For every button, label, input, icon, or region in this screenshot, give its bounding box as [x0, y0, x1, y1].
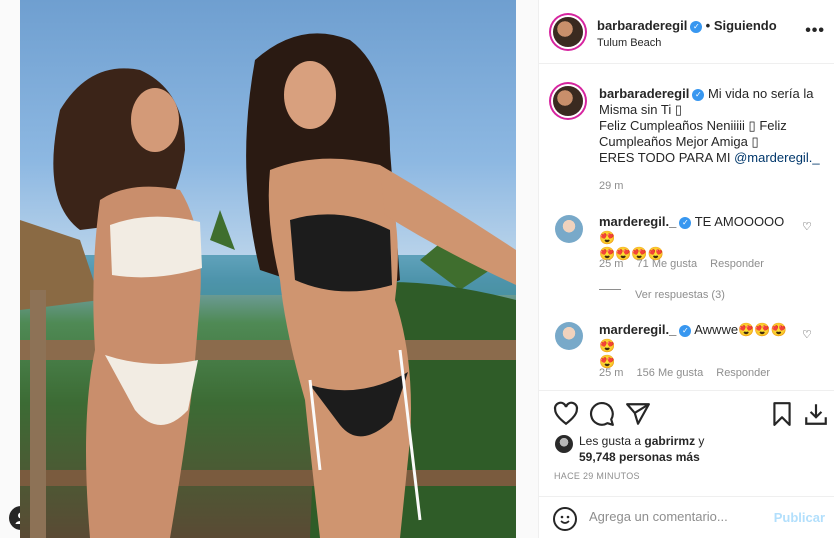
caption-avatar[interactable]	[553, 86, 583, 116]
comment-1-meta: 25 m 71 Me gusta Responder	[599, 258, 764, 270]
comment-avatar[interactable]	[555, 322, 583, 350]
comment-likes[interactable]: 71 Me gusta	[637, 258, 698, 270]
comment-2: marderegil._ ✓ Awwwe😍😍😍😍 😍	[599, 322, 799, 370]
more-horizontal-icon[interactable]: •••	[805, 22, 825, 40]
likes-summary: Les gusta a gabrirmz y 59,748 personas m…	[579, 433, 704, 465]
post-location[interactable]: Tulum Beach	[597, 37, 661, 49]
verified-badge-icon: ✓	[679, 216, 692, 229]
verified-badge-icon: ✓	[690, 20, 703, 33]
caption-line-3: ERES TODO PARA MI	[599, 150, 735, 165]
add-comment-bar: Publicar	[539, 496, 834, 538]
comment-like-heart-icon[interactable]: ♡	[802, 328, 812, 341]
comment-icon[interactable]	[589, 401, 615, 427]
author-line: barbaraderegil ✓ • Siguiendo	[597, 18, 777, 33]
comment-username[interactable]: marderegil._	[599, 322, 676, 337]
caption-mention[interactable]: @marderegil._	[734, 150, 819, 165]
comment-likes[interactable]: 156 Me gusta	[637, 367, 704, 379]
caption-line-2: Feliz Cumpleaños Neniiiii ▯ Feliz Cumple…	[599, 118, 787, 149]
download-icon[interactable]	[803, 401, 829, 427]
verified-badge-icon: ✓	[692, 88, 705, 101]
comment-reply[interactable]: Responder	[710, 258, 764, 270]
share-icon[interactable]	[625, 401, 651, 427]
bookmark-icon[interactable]	[769, 401, 795, 427]
post-details-panel: barbaraderegil ✓ • Siguiendo Tulum Beach …	[538, 0, 834, 538]
likes-prefix: Les gusta a	[579, 434, 645, 448]
likes-count[interactable]: 59,748 personas más	[579, 450, 700, 464]
comment-like-heart-icon[interactable]: ♡	[802, 220, 812, 233]
left-margin	[0, 0, 20, 538]
comment-2-meta: 25 m 156 Me gusta Responder	[599, 367, 770, 379]
comment-1: marderegil._ ✓ TE AMOOOOO😍 😍😍😍😍	[599, 214, 799, 262]
liker-username[interactable]: gabrirmz	[644, 434, 695, 448]
post-actions: Les gusta a gabrirmz y 59,748 personas m…	[539, 390, 834, 490]
post-caption: barbaraderegil ✓ Mi vida no sería la Mism…	[599, 86, 829, 166]
caption-time: 29 m	[599, 180, 624, 192]
caption-username[interactable]: barbaraderegil	[599, 86, 689, 101]
comment-time: 25 m	[599, 367, 624, 379]
publish-button[interactable]: Publicar	[774, 510, 825, 525]
author-avatar[interactable]	[553, 17, 583, 47]
post-time-ago[interactable]: HACE 29 MINUTOS	[554, 471, 640, 481]
emoji-icon[interactable]	[553, 507, 577, 531]
verified-badge-icon: ✓	[679, 324, 692, 337]
liker-avatar[interactable]	[555, 435, 573, 453]
view-replies[interactable]: Ver respuestas (3)	[635, 289, 725, 301]
replies-divider	[599, 289, 621, 290]
heart-icon[interactable]	[553, 401, 579, 427]
post-header: barbaraderegil ✓ • Siguiendo Tulum Beach …	[539, 0, 834, 64]
author-username[interactable]: barbaraderegil	[597, 18, 687, 33]
post-photo[interactable]	[20, 0, 516, 538]
comment-reply[interactable]: Responder	[716, 367, 770, 379]
following-status[interactable]: • Siguiendo	[706, 18, 777, 33]
comment-input[interactable]	[589, 509, 759, 524]
likes-mid: y	[695, 434, 705, 448]
comment-avatar[interactable]	[555, 215, 583, 243]
comment-username[interactable]: marderegil._	[599, 214, 676, 229]
comment-time: 25 m	[599, 258, 624, 270]
